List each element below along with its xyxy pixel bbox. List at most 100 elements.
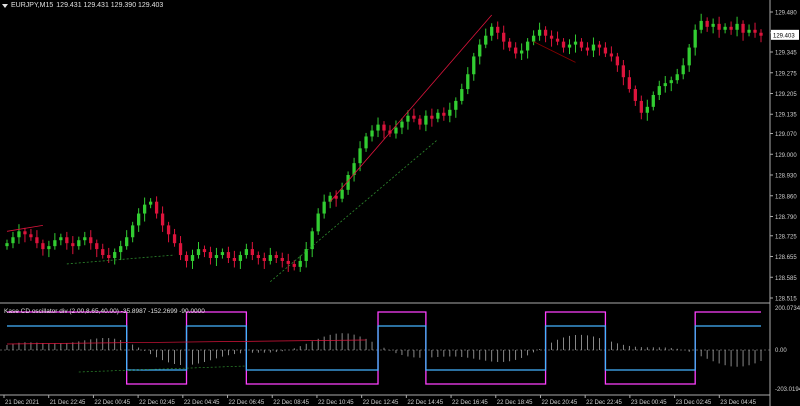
candle-body	[23, 231, 27, 235]
candle-body	[17, 231, 21, 238]
candle-body	[262, 257, 266, 261]
candle-body	[484, 35, 488, 45]
candle-body	[759, 32, 763, 36]
candle-body	[77, 240, 81, 247]
price-tick-label: 128.515	[775, 297, 797, 303]
price-pane	[5, 13, 763, 283]
candle-body	[358, 148, 362, 164]
candle-body	[292, 263, 296, 267]
candle-body	[47, 246, 51, 250]
candle-body	[35, 237, 39, 244]
time-tick-label: 22 Dec 06:45	[229, 400, 265, 406]
candle-body	[89, 237, 93, 244]
candle-body	[65, 237, 69, 244]
chart-header: EURJPY,M15 129.431 129.431 129.390 129.4…	[2, 2, 163, 9]
candle-body	[190, 255, 195, 261]
current-price-label: 129.403	[773, 33, 795, 39]
candle-body	[717, 23, 721, 30]
candle-body	[316, 213, 320, 232]
candle-body	[107, 255, 111, 258]
candle-body	[304, 249, 308, 261]
candle-body	[675, 74, 679, 81]
divergence-line	[329, 14, 493, 202]
candle-body	[142, 204, 147, 214]
candle-body	[711, 23, 715, 27]
candle-body	[125, 237, 129, 247]
candle-body	[525, 41, 530, 51]
price-tick-label: 129.135	[775, 113, 797, 119]
candle-body	[633, 89, 637, 101]
candle-body	[202, 249, 207, 253]
trading-chart[interactable]: 129.480129.410129.345129.275129.205129.1…	[0, 0, 800, 406]
candle-body	[448, 109, 452, 116]
candle-body	[585, 47, 590, 51]
candle-body	[298, 260, 302, 267]
candle-body	[591, 44, 596, 51]
candle-body	[424, 115, 428, 125]
time-tick-label: 22 Dec 20:45	[541, 400, 577, 406]
symbol-label[interactable]: EURJPY,M15	[11, 2, 53, 9]
price-tick-label: 128.790	[775, 215, 797, 221]
candle-body	[639, 100, 643, 113]
candle-body	[442, 112, 446, 116]
candle-body	[256, 255, 260, 258]
time-tick-label: 22 Dec 02:45	[139, 400, 175, 406]
candle-body	[184, 255, 189, 261]
candle-body	[131, 225, 135, 238]
candle-body	[53, 240, 57, 247]
candle-body	[699, 20, 703, 30]
candle-body	[412, 115, 416, 119]
candle-body	[735, 23, 739, 30]
candle-body	[101, 249, 105, 256]
price-tick-label: 128.655	[775, 255, 797, 261]
candle-body	[645, 106, 649, 113]
candle-body	[376, 124, 380, 131]
candle-body	[11, 237, 15, 244]
candle-body	[436, 112, 440, 119]
candle-body	[681, 65, 685, 75]
candle-body	[567, 44, 572, 48]
candle-body	[537, 29, 542, 36]
price-tick-label: 128.860	[775, 194, 797, 200]
candle-body	[137, 213, 141, 226]
time-tick-label: 23 Dec 02:45	[676, 400, 712, 406]
time-tick-label: 22 Dec 14:45	[407, 400, 443, 406]
candle-body	[514, 47, 518, 54]
candle-body	[579, 41, 584, 48]
price-tick-label: 128.585	[775, 276, 797, 282]
price-tick-label: 129.070	[775, 132, 797, 138]
candle-body	[382, 124, 386, 131]
candle-body	[693, 29, 697, 48]
candle-body	[615, 56, 620, 66]
candle-body	[657, 86, 661, 95]
candle-body	[460, 89, 464, 101]
time-tick-label: 22 Dec 18:45	[497, 400, 533, 406]
time-tick-label: 22 Dec 08:45	[273, 400, 309, 406]
time-tick-label: 22 Dec 04:45	[184, 400, 220, 406]
candle-body	[723, 26, 727, 30]
candle-body	[59, 237, 63, 241]
price-tick-label: 129.000	[775, 153, 797, 159]
candle-body	[663, 83, 667, 87]
candle-body	[95, 243, 99, 250]
candle-body	[232, 257, 237, 261]
candle-body	[753, 29, 757, 33]
candle-body	[280, 257, 284, 261]
candle-body	[496, 26, 500, 33]
time-tick-label: 23 Dec 04:45	[720, 400, 756, 406]
candle-body	[394, 127, 398, 134]
candle-body	[364, 136, 368, 149]
candle-body	[651, 94, 655, 107]
candle-body	[250, 249, 254, 256]
symbol-dropdown-icon[interactable]	[2, 3, 8, 8]
candle-body	[472, 56, 476, 75]
time-tick-label: 23 Dec 00:45	[631, 400, 667, 406]
candle-body	[340, 189, 344, 199]
candle-body	[268, 255, 272, 261]
candle-body	[687, 47, 691, 66]
candle-body	[148, 201, 153, 205]
indicator-title: Kase CD oscillator div (2.00,8.65,40.00)…	[4, 308, 205, 315]
candle-body	[41, 243, 45, 250]
candle-body	[160, 213, 165, 226]
candle-body	[603, 47, 608, 54]
